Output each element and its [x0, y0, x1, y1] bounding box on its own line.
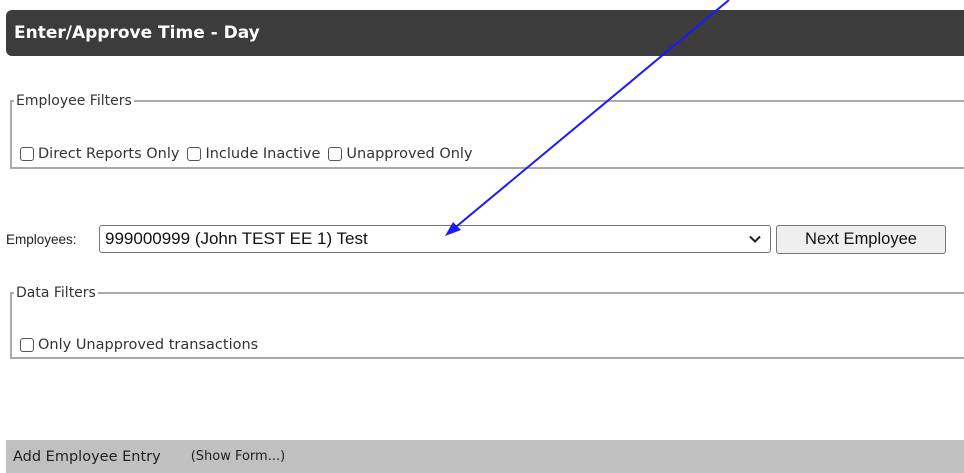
show-form-link[interactable]: (Show Form...)	[191, 449, 286, 464]
add-employee-entry-bar: Add Employee Entry (Show Form...)	[6, 440, 964, 473]
unapproved-only-checkbox[interactable]	[328, 147, 343, 161]
data-filter-options: Only Unapproved transactions	[20, 337, 266, 353]
direct-reports-only-option[interactable]: Direct Reports Only	[20, 146, 179, 162]
unapproved-only-option[interactable]: Unapproved Only	[328, 146, 473, 162]
direct-reports-only-checkbox[interactable]	[20, 147, 34, 161]
direct-reports-only-label: Direct Reports Only	[38, 146, 180, 162]
include-inactive-label: Include Inactive	[205, 146, 321, 162]
only-unapproved-transactions-label: Only Unapproved transactions	[38, 337, 259, 353]
include-inactive-checkbox[interactable]	[187, 147, 202, 161]
page-title: Enter/Approve Time - Day	[14, 23, 260, 43]
employees-label: Employees:	[6, 231, 77, 247]
only-unapproved-transactions-checkbox[interactable]	[20, 338, 34, 352]
title-bar: Enter/Approve Time - Day	[6, 10, 964, 56]
employee-row: Employees:	[6, 224, 80, 254]
chevron-down-icon	[749, 235, 761, 243]
next-employee-button[interactable]: Next Employee	[776, 225, 946, 254]
data-filters-legend: Data Filters	[16, 285, 96, 301]
add-employee-entry-title: Add Employee Entry	[13, 448, 161, 465]
employee-filters-legend: Employee Filters	[16, 93, 132, 109]
data-filters-group: Data Filters Only Unapproved transaction…	[10, 285, 964, 359]
unapproved-only-label: Unapproved Only	[346, 146, 473, 162]
only-unapproved-transactions-option[interactable]: Only Unapproved transactions	[20, 337, 258, 353]
employee-select-value: 999000999 (John TEST EE 1) Test	[105, 229, 368, 248]
employee-select[interactable]: 999000999 (John TEST EE 1) Test	[99, 225, 771, 253]
include-inactive-option[interactable]: Include Inactive	[187, 146, 320, 162]
employee-filters-group: Employee Filters Direct Reports Only Inc…	[10, 93, 964, 169]
employee-filter-options: Direct Reports Only Include Inactive Una…	[20, 146, 481, 162]
